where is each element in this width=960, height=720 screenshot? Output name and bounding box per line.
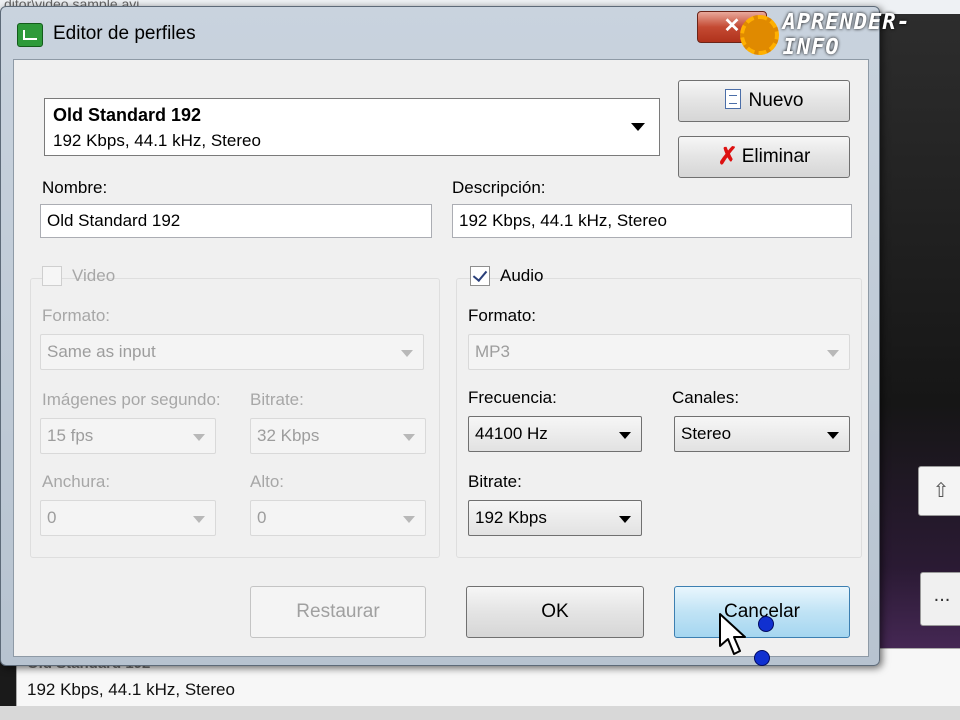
chevron-down-icon (631, 123, 645, 131)
click-marker-icon (754, 650, 770, 666)
chevron-down-icon (619, 516, 631, 523)
audio-frequency-label: Frecuencia: (468, 388, 557, 407)
video-fps-select[interactable]: 15 fps (40, 418, 216, 454)
audio-format-label: Formato: (468, 306, 537, 325)
chevron-down-icon (401, 350, 413, 357)
video-height-value: 0 (257, 508, 267, 527)
background-profile-description: 192 Kbps, 44.1 kHz, Stereo (27, 680, 235, 699)
mouse-cursor-icon (719, 613, 746, 655)
background-browse-button[interactable]: ... (920, 572, 960, 626)
chevron-down-icon (193, 434, 205, 441)
profile-editor-dialog: Editor de perfiles ✕ Old Standard 192 19… (0, 6, 880, 666)
video-checkbox[interactable] (42, 266, 62, 286)
audio-format-value: MP3 (475, 342, 510, 361)
video-format-value: Same as input (47, 342, 156, 361)
new-profile-button-label: Nuevo (748, 90, 804, 111)
new-document-icon (724, 89, 741, 109)
video-height-select[interactable]: 0 (250, 500, 426, 536)
new-profile-button[interactable]: Nuevo (678, 80, 850, 122)
background-up-button[interactable]: ⇧ (918, 466, 960, 516)
chevron-down-icon (827, 432, 839, 439)
video-height-label: Alto: (250, 472, 285, 491)
name-field[interactable]: Old Standard 192 (40, 204, 432, 238)
delete-profile-button[interactable]: ✗ Eliminar (678, 136, 850, 178)
video-fps-label: Imágenes por segundo: (42, 390, 221, 409)
video-bitrate-value: 32 Kbps (257, 426, 320, 445)
profile-dropdown-name: Old Standard 192 (53, 105, 202, 125)
gear-icon (740, 15, 779, 55)
audio-checkbox[interactable] (470, 266, 490, 286)
audio-bitrate-value: 192 Kbps (475, 508, 547, 527)
dialog-content: Old Standard 192 192 Kbps, 44.1 kHz, Ste… (13, 59, 869, 657)
audio-bitrate-select[interactable]: 192 Kbps (468, 500, 642, 536)
description-label: Descripción: (452, 178, 546, 197)
checkmark-icon (472, 266, 488, 283)
profile-dropdown[interactable]: Old Standard 192 192 Kbps, 44.1 kHz, Ste… (44, 98, 660, 156)
video-checkbox-label: Video (72, 266, 116, 285)
description-field[interactable]: 192 Kbps, 44.1 kHz, Stereo (452, 204, 852, 238)
audio-checkbox-label: Audio (500, 266, 544, 285)
background-preview-panel (880, 14, 960, 664)
chevron-down-icon (619, 432, 631, 439)
audio-channels-select[interactable]: Stereo (674, 416, 850, 452)
audio-bitrate-label: Bitrate: (468, 472, 522, 491)
video-format-select[interactable]: Same as input (40, 334, 424, 370)
chevron-down-icon (827, 350, 839, 357)
delete-profile-button-label: Eliminar (741, 146, 811, 167)
watermark-text: APRENDER-INFO (782, 10, 911, 60)
name-label: Nombre: (42, 178, 108, 197)
audio-channels-label: Canales: (672, 388, 740, 407)
restore-button[interactable]: Restaurar (250, 586, 426, 638)
background-bottom-strip (0, 706, 960, 720)
video-width-label: Anchura: (42, 472, 111, 491)
delete-x-icon: ✗ (717, 143, 738, 170)
video-bitrate-select[interactable]: 32 Kbps (250, 418, 426, 454)
video-width-value: 0 (47, 508, 57, 527)
audio-channels-value: Stereo (681, 424, 732, 443)
watermark-logo: APRENDER-INFO (740, 10, 960, 60)
audio-frequency-value: 44100 Hz (475, 424, 548, 443)
video-fps-value: 15 fps (47, 426, 94, 445)
audio-frequency-select[interactable]: 44100 Hz (468, 416, 642, 452)
chevron-down-icon (403, 516, 415, 523)
ok-button[interactable]: OK (466, 586, 644, 638)
video-format-label: Formato: (42, 306, 111, 325)
chevron-down-icon (193, 516, 205, 523)
app-icon (17, 23, 43, 47)
video-bitrate-label: Bitrate: (250, 390, 304, 409)
audio-format-select[interactable]: MP3 (468, 334, 850, 370)
dialog-title: Editor de perfiles (53, 23, 196, 44)
profile-dropdown-description: 192 Kbps, 44.1 kHz, Stereo (53, 131, 261, 150)
chevron-down-icon (403, 434, 415, 441)
click-marker-icon (758, 616, 774, 632)
video-width-select[interactable]: 0 (40, 500, 216, 536)
